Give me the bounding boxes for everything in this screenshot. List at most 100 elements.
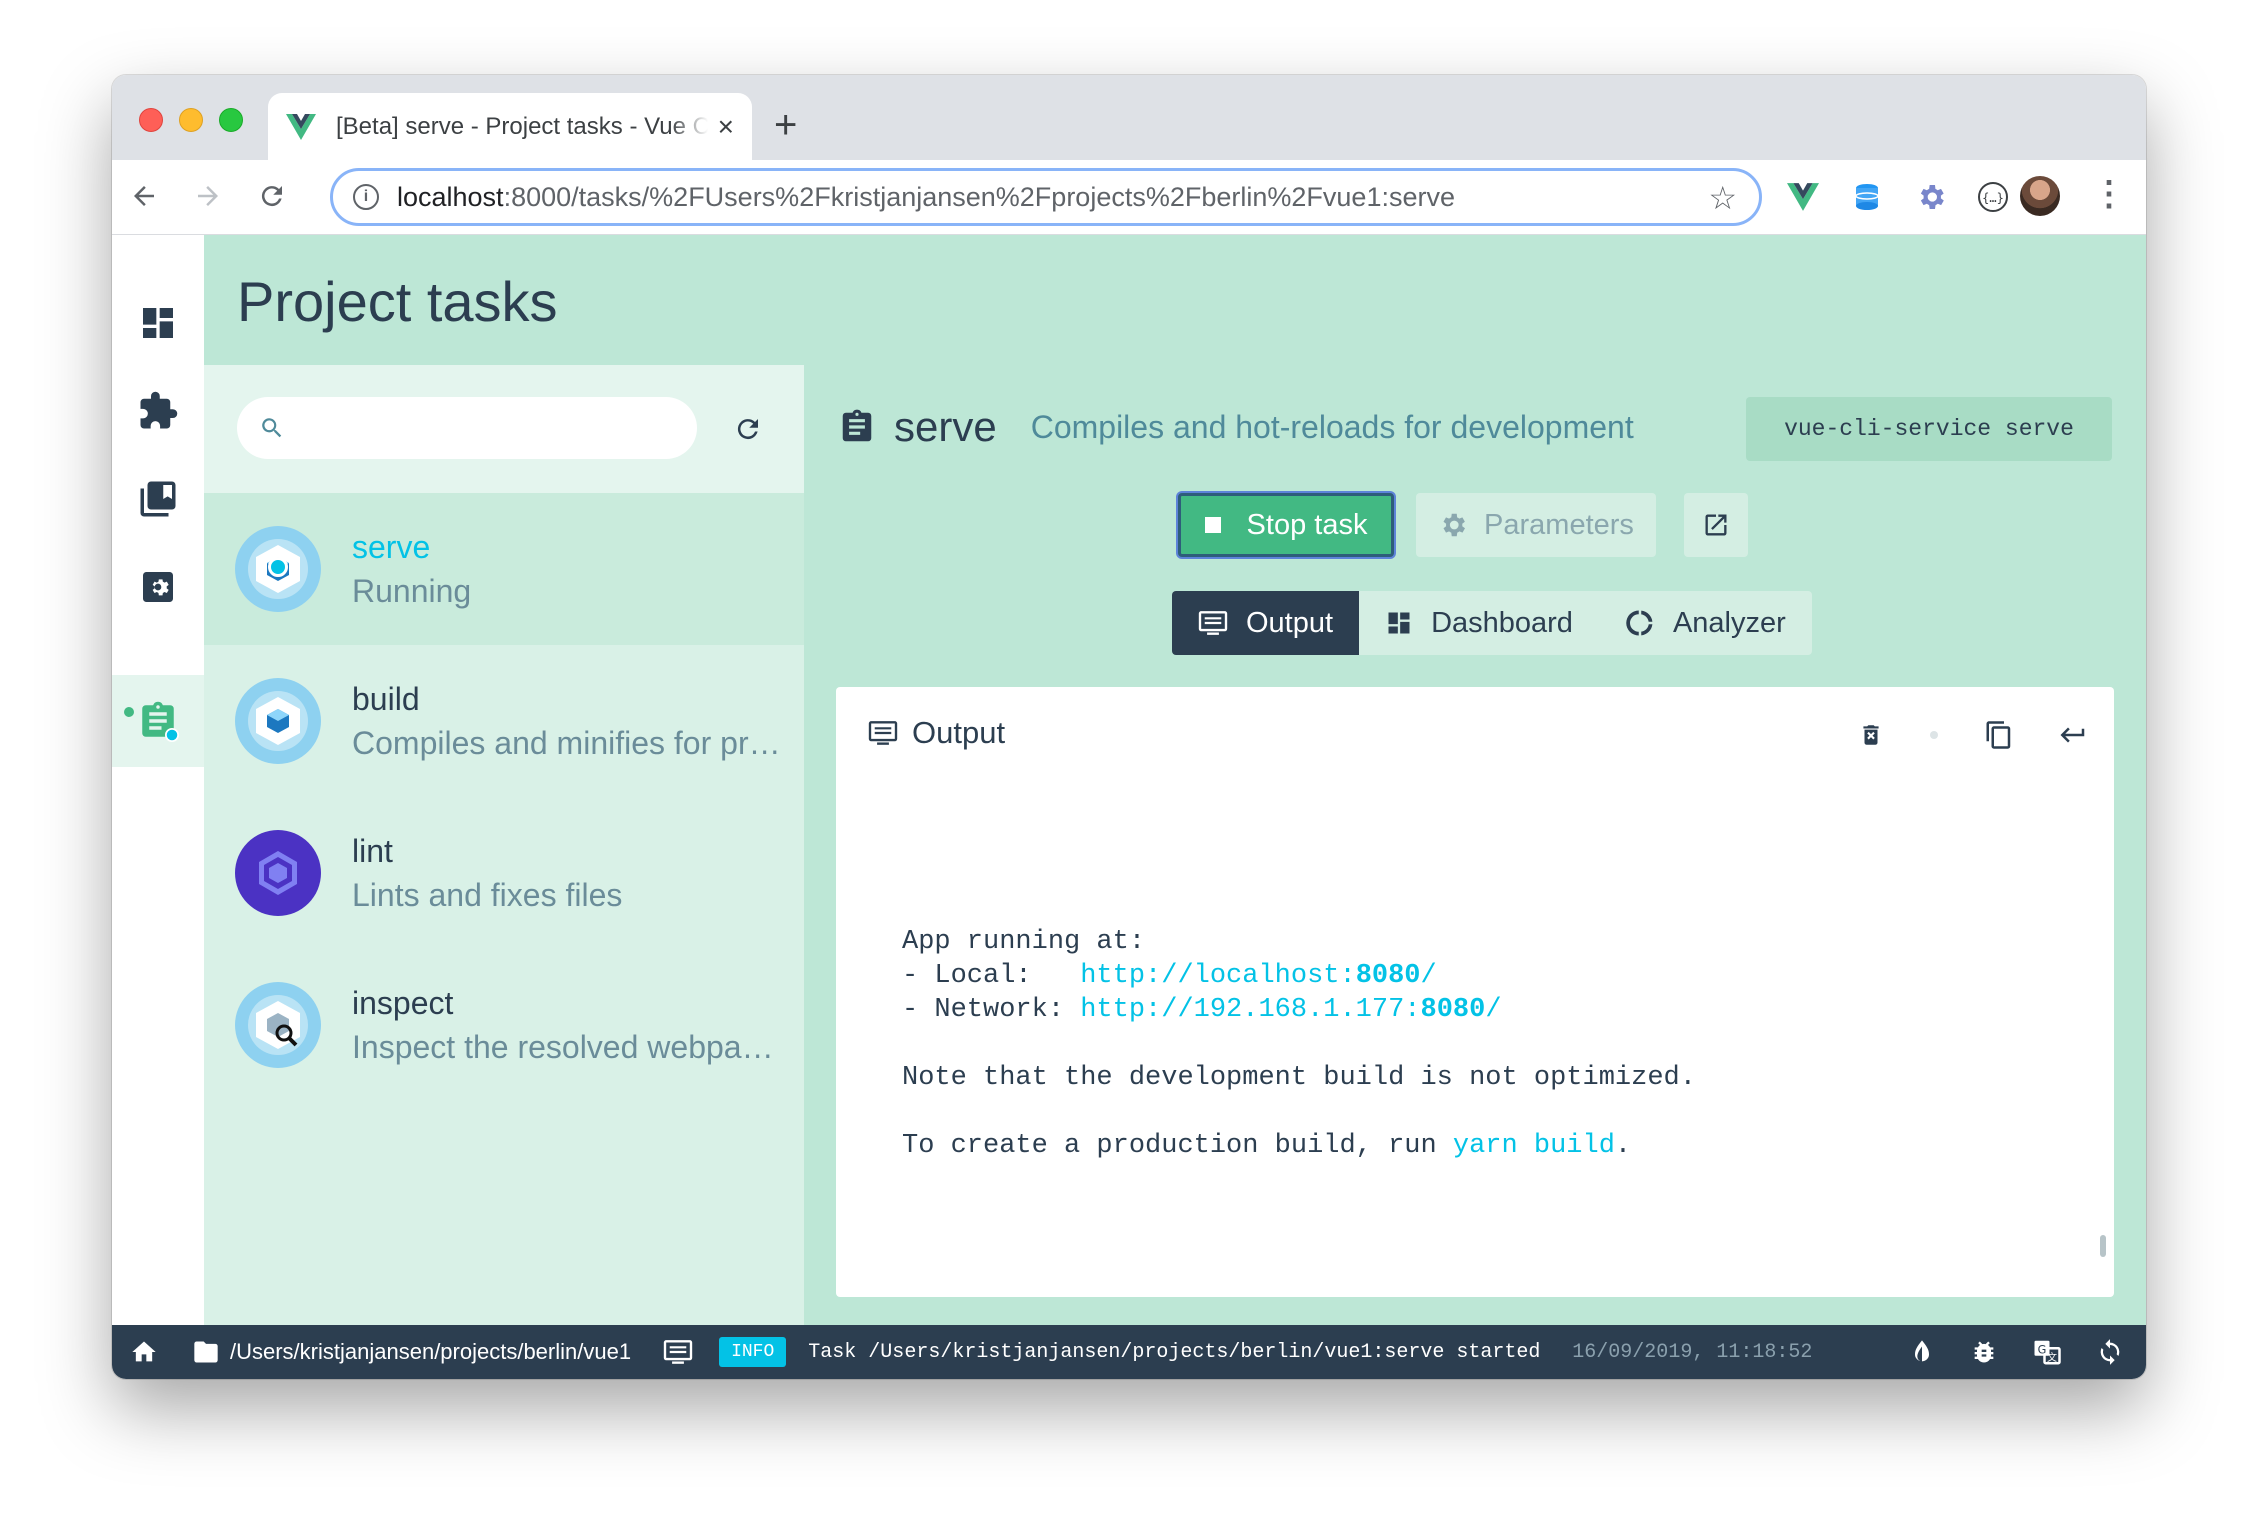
task-item-lint[interactable]: lint Lints and fixes files: [204, 797, 804, 949]
address-bar[interactable]: i localhost:8000/tasks/%2FUsers%2Fkristj…: [330, 168, 1762, 226]
console-text: App running at:: [902, 927, 1146, 957]
tasks-icon[interactable]: [136, 699, 180, 743]
refresh-icon: [737, 419, 758, 440]
task-detail-panel: serve Compiles and hot-reloads for devel…: [804, 365, 2146, 1325]
output-title: Output: [912, 715, 1006, 750]
link-text: /: [1420, 961, 1437, 991]
refresh-button[interactable]: [728, 409, 768, 449]
page-header: Project tasks: [204, 235, 2146, 365]
home-icon: [132, 1341, 156, 1362]
task-description: Inspect the resolved webpack config: [352, 1029, 782, 1065]
log-toggle[interactable]: INFO Task /Users/kristjanjansen/projects…: [663, 1337, 1812, 1367]
console-line: App running at:: [902, 925, 1696, 959]
tab-output-label: Output: [1246, 606, 1334, 639]
console-text: - Local:: [902, 961, 1081, 991]
console-icon: [663, 1340, 693, 1364]
output-toolbar: [1814, 719, 2088, 751]
profile-avatar[interactable]: [2020, 176, 2060, 216]
reload-button[interactable]: [252, 176, 292, 216]
close-window-button[interactable]: [139, 108, 163, 132]
network-url-link[interactable]: http://192.168.1.177:8080/: [1080, 995, 1501, 1025]
json-icon[interactable]: {…}: [1974, 178, 2012, 216]
link-text: http://localhost:: [1080, 961, 1356, 991]
parameters-button[interactable]: Parameters: [1416, 493, 1656, 557]
console-line: To create a production build, run yarn b…: [902, 1129, 1696, 1163]
dashboard-icon[interactable]: [136, 301, 180, 345]
tab-dashboard[interactable]: Dashboard: [1359, 591, 1599, 655]
tab-analyzer-label: Analyzer: [1672, 606, 1786, 639]
plugins-icon[interactable]: [136, 389, 180, 433]
configuration-icon[interactable]: [136, 565, 180, 609]
copy-icon[interactable]: [1984, 719, 2014, 751]
task-item-inspect[interactable]: inspect Inspect the resolved webpack con…: [204, 949, 804, 1101]
arrow-left-icon: [134, 186, 154, 206]
clear-console-icon[interactable]: [1858, 720, 1884, 750]
home-button[interactable]: [130, 1338, 158, 1366]
url-host: localhost: [397, 181, 504, 212]
scroll-to-bottom-icon[interactable]: [2058, 720, 2088, 750]
sync-icon: [2100, 1339, 2120, 1365]
vue-ui-app: Project tasks serve Running build Compil…: [112, 235, 2146, 1325]
console-text: Note that the development build is not o…: [902, 1063, 1696, 1093]
browser-tab[interactable]: [Beta] serve - Project tasks - Vue CLI ×: [268, 93, 752, 160]
vue-devtools-icon[interactable]: [1784, 178, 1822, 216]
task-detail-description: Compiles and hot-reloads for development: [1030, 408, 1634, 445]
link-text: /: [1485, 995, 1502, 1025]
view-switcher: Output Dashboard Analyzer: [1172, 591, 1812, 655]
stop-task-label: Stop task: [1246, 508, 1368, 541]
task-item-build[interactable]: build Compiles and minifies for producti…: [204, 645, 804, 797]
site-info-icon[interactable]: i: [353, 184, 379, 210]
new-tab-button[interactable]: +: [774, 103, 797, 148]
parameters-label: Parameters: [1484, 508, 1634, 541]
tab-analyzer[interactable]: Analyzer: [1598, 591, 1812, 655]
task-list-panel: serve Running build Compiles and minifie…: [204, 365, 804, 1325]
bookmark-star-icon[interactable]: ☆: [1708, 179, 1737, 217]
tab-close-icon[interactable]: ×: [718, 111, 734, 143]
task-name: inspect: [352, 985, 454, 1021]
output-scrollbar[interactable]: [2100, 1235, 2106, 1257]
browser-window: [Beta] serve - Project tasks - Vue CLI ×…: [112, 75, 2146, 1379]
contrast-icon: [1915, 1340, 1929, 1362]
task-heading: serve Compiles and hot-reloads for devel…: [838, 403, 1634, 451]
minimize-window-button[interactable]: [179, 108, 203, 132]
svg-text:{…}: {…}: [1982, 191, 2004, 205]
stop-task-button[interactable]: Stop task: [1178, 493, 1394, 557]
task-detail-name: serve: [894, 403, 997, 450]
forward-button[interactable]: [188, 176, 228, 216]
local-url-link[interactable]: http://localhost:8080/: [1080, 961, 1436, 991]
statusbar-actions: G文: [1874, 1337, 2124, 1367]
database-icon[interactable]: [1848, 178, 1886, 216]
project-path[interactable]: /Users/kristjanjansen/projects/berlin/vu…: [192, 1339, 631, 1365]
open-external-icon: [1705, 514, 1727, 536]
task-command: vue-cli-service serve: [1746, 397, 2112, 461]
status-bar: /Users/kristjanjansen/projects/berlin/vu…: [112, 1325, 2146, 1379]
browser-menu-icon[interactable]: ⋮: [2092, 174, 2126, 214]
console-line: Note that the development build is not o…: [902, 1061, 1696, 1095]
donut-chart-icon: [1626, 610, 1653, 636]
tab-output[interactable]: Output: [1172, 591, 1360, 655]
log-level-badge: INFO: [719, 1337, 787, 1367]
folder-icon: [194, 1341, 218, 1363]
gear-icon: [1443, 513, 1466, 537]
back-button[interactable]: [124, 176, 164, 216]
output-panel: Output App running at: - Local: http://lo…: [836, 687, 2114, 1297]
refresh-app-button[interactable]: [2096, 1337, 2124, 1367]
search-input[interactable]: [237, 397, 697, 459]
active-nav-dot: [124, 707, 134, 717]
project-path-text: /Users/kristjanjansen/projects/berlin/vu…: [230, 1339, 632, 1364]
translate-button[interactable]: G文: [2032, 1337, 2062, 1367]
console-line: - Network: http://192.168.1.177:8080/: [902, 993, 1696, 1027]
zoom-window-button[interactable]: [219, 108, 243, 132]
console-icon: [868, 721, 898, 745]
report-bug-button[interactable]: [1970, 1337, 1998, 1367]
task-item-serve[interactable]: serve Running: [204, 493, 804, 645]
gear-extension-icon[interactable]: [1912, 178, 1950, 216]
browser-toolbar: i localhost:8000/tasks/%2FUsers%2Fkristj…: [112, 160, 2146, 235]
console-output: App running at: - Local: http://localhost…: [902, 925, 1696, 1163]
last-log-message: Task /Users/kristjanjansen/projects/berl…: [808, 1340, 1541, 1364]
open-in-new-button[interactable]: [1684, 493, 1748, 557]
console-text: - Network:: [902, 995, 1081, 1025]
dark-mode-toggle[interactable]: [1908, 1337, 1936, 1367]
dependencies-icon[interactable]: [136, 477, 180, 521]
